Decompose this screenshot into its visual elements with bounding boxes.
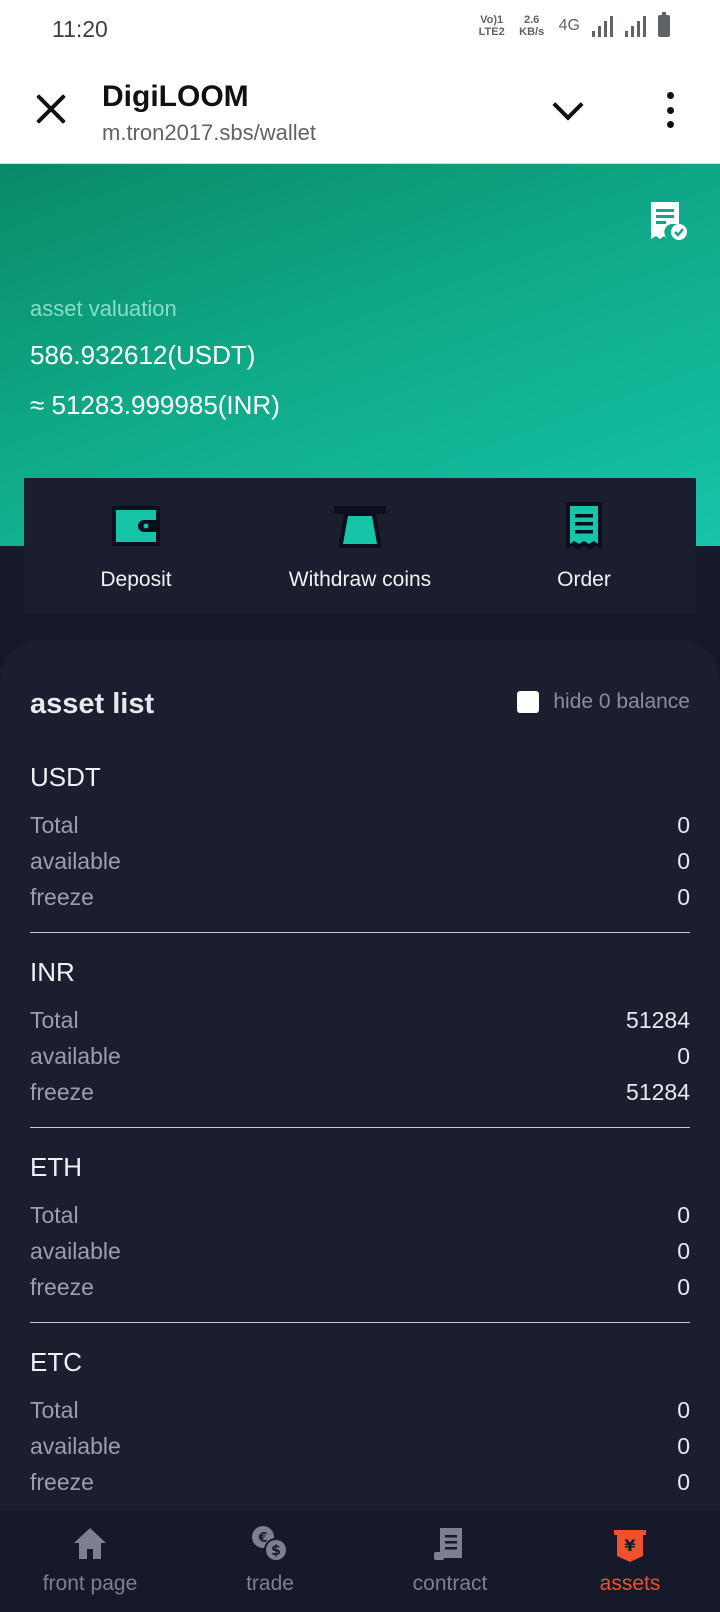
asset-list-title: asset list	[30, 688, 155, 720]
order-label: Order	[557, 568, 611, 591]
asset-row-freeze: freeze 0	[30, 879, 690, 915]
nav-label: assets	[599, 1572, 661, 1595]
withdraw-coins-button[interactable]: Withdraw coins	[248, 478, 472, 613]
network-speed: 2.6 KB/s	[519, 14, 545, 38]
row-label: freeze	[30, 1468, 94, 1495]
asset-list: USDT Total 0 available 0 freeze 0 INR Total…	[30, 738, 690, 1510]
hide-zero-checkbox[interactable]	[517, 691, 540, 713]
asset-name: ETH	[30, 1152, 82, 1182]
nav-label: front page	[42, 1572, 138, 1595]
page-url[interactable]: m.tron2017.sbs/wallet	[102, 120, 316, 146]
bottom-navigation: front page € $ trade contract ¥ assets	[0, 1510, 720, 1612]
row-value: 0	[677, 847, 690, 874]
signal-icon	[592, 15, 613, 37]
asset-list-panel: asset list hide 0 balance USDT Total 0 av…	[0, 640, 720, 1510]
quick-actions: Deposit Withdraw coins Order	[24, 478, 696, 613]
yen-wallet-icon: ¥	[614, 1530, 646, 1562]
volte-indicator: Vo)1 LTE2	[478, 14, 505, 38]
row-value: 51284	[626, 1006, 690, 1033]
receipt-icon	[566, 502, 602, 550]
asset-row-total: Total 51284	[30, 1002, 690, 1038]
row-value: 0	[677, 883, 690, 910]
row-label: freeze	[30, 883, 94, 910]
deposit-label: Deposit	[100, 568, 172, 591]
asset-row-available: available 0	[30, 843, 690, 879]
atm-icon	[334, 506, 386, 548]
asset-row-freeze: freeze 0	[30, 1464, 690, 1500]
nav-trade[interactable]: € $ trade	[180, 1510, 360, 1612]
asset-row-available: available 0	[30, 1428, 690, 1464]
nav-label: contract	[412, 1572, 488, 1595]
asset-row-total: Total 0	[30, 807, 690, 843]
status-time: 11:20	[52, 16, 108, 42]
asset-item-usdt[interactable]: USDT Total 0 available 0 freeze 0	[30, 738, 690, 933]
nav-contract[interactable]: contract	[360, 1510, 540, 1612]
nav-front-page[interactable]: front page	[0, 1510, 180, 1612]
asset-row-total: Total 0	[30, 1197, 690, 1233]
asset-row-freeze: freeze 51284	[30, 1074, 690, 1110]
wallet-icon	[112, 506, 160, 546]
row-label: available	[30, 1237, 121, 1264]
order-button[interactable]: Order	[472, 478, 696, 613]
withdraw-coins-label: Withdraw coins	[288, 568, 432, 591]
status-icons: Vo)1 LTE2 2.6 KB/s 4G	[478, 12, 670, 38]
valuation-inr: ≈ 51283.999985(INR)	[30, 390, 280, 420]
page-title: DigiLOOM	[102, 80, 249, 113]
nav-assets[interactable]: ¥ assets	[540, 1510, 720, 1612]
asset-name: ETC	[30, 1347, 82, 1377]
row-label: available	[30, 847, 121, 874]
row-value: 0	[677, 811, 690, 838]
battery-icon	[658, 12, 670, 37]
row-label: available	[30, 1432, 121, 1459]
row-label: Total	[30, 1201, 79, 1228]
receipt-check-icon[interactable]	[648, 200, 688, 242]
row-value: 0	[677, 1468, 690, 1495]
browser-toolbar: DigiLOOM m.tron2017.sbs/wallet	[0, 62, 720, 164]
asset-row-available: available 0	[30, 1233, 690, 1269]
row-label: available	[30, 1042, 121, 1069]
row-label: Total	[30, 811, 79, 838]
asset-row-freeze: freeze 0	[30, 1269, 690, 1305]
asset-item-eth[interactable]: ETH Total 0 available 0 freeze 0	[30, 1128, 690, 1323]
nav-label: trade	[246, 1572, 294, 1595]
contract-icon	[434, 1528, 462, 1560]
asset-row-total: Total 0	[30, 1392, 690, 1428]
hide-zero-label: hide 0 balance	[553, 690, 690, 713]
close-icon[interactable]	[34, 92, 68, 126]
row-label: Total	[30, 1006, 79, 1033]
row-label: freeze	[30, 1078, 94, 1105]
row-value: 0	[677, 1201, 690, 1228]
row-value: 0	[677, 1273, 690, 1300]
hide-zero-balance-toggle[interactable]: hide 0 balance	[517, 690, 690, 714]
row-value: 0	[677, 1432, 690, 1459]
deposit-button[interactable]: Deposit	[24, 478, 248, 613]
signal-icon-2	[625, 15, 646, 37]
row-value: 0	[677, 1237, 690, 1264]
svg-text:¥: ¥	[624, 1536, 635, 1555]
svg-text:$: $	[271, 1543, 281, 1559]
currency-exchange-icon: € $	[252, 1526, 288, 1562]
asset-item-etc[interactable]: ETC Total 0 available 0 freeze 0	[30, 1323, 690, 1510]
row-value: 0	[677, 1396, 690, 1423]
status-bar: 11:20 Vo)1 LTE2 2.6 KB/s 4G	[0, 0, 720, 62]
asset-name: INR	[30, 957, 75, 987]
asset-name: USDT	[30, 762, 101, 792]
valuation-label: asset valuation	[30, 296, 177, 321]
home-icon	[74, 1528, 106, 1559]
chevron-down-icon[interactable]	[550, 94, 586, 124]
row-value: 51284	[626, 1078, 690, 1105]
asset-row-available: available 0	[30, 1038, 690, 1074]
network-type: 4G	[558, 17, 580, 34]
asset-item-inr[interactable]: INR Total 51284 available 0 freeze 51284	[30, 933, 690, 1128]
row-value: 0	[677, 1042, 690, 1069]
row-label: freeze	[30, 1273, 94, 1300]
more-options-icon[interactable]	[662, 92, 678, 128]
valuation-usdt: 586.932612(USDT)	[30, 340, 256, 370]
row-label: Total	[30, 1396, 79, 1423]
